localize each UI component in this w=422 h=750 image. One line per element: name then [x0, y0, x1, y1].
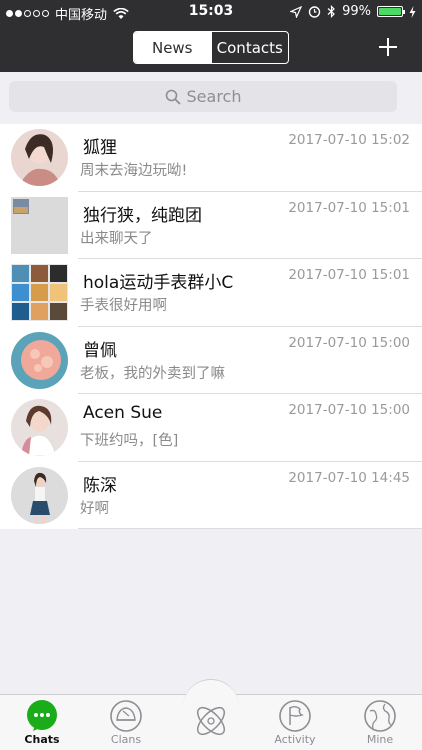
status-bar: 中国移动 15:03 99%	[0, 0, 422, 24]
chat-bubble-icon	[27, 700, 57, 731]
chat-time: 2017-07-10 15:01	[288, 199, 410, 216]
bottom-tab-bar: Chats Clans Activity Mine	[0, 679, 422, 750]
tab-chats[interactable]: Chats	[0, 695, 84, 750]
chat-row[interactable]: 曾佩 老板，我的外卖到了嘛 2017-07-10 15:00	[0, 327, 422, 394]
tab-news[interactable]: News	[134, 32, 211, 63]
chat-name: hola运动手表群小C	[83, 273, 234, 293]
chat-row[interactable]: 狐狸 周末去海边玩呦! 2017-07-10 15:02	[0, 124, 422, 192]
chat-row[interactable]: Acen Sue 下班约吗，[色] 2017-07-10 15:00	[0, 394, 422, 462]
tab-contacts[interactable]: Contacts	[210, 32, 289, 63]
tab-label: Activity	[274, 733, 316, 746]
status-right: 99%	[290, 4, 416, 19]
tab-center[interactable]	[169, 695, 253, 750]
search-icon	[165, 89, 181, 105]
chat-message: 出来聊天了	[80, 230, 153, 247]
bluetooth-icon	[327, 5, 335, 18]
avatar	[11, 466, 68, 524]
chat-name: 独行狭，纯跑团	[83, 205, 202, 226]
location-arrow-icon	[290, 5, 303, 18]
battery-percent: 99%	[342, 4, 371, 19]
avatar	[11, 196, 68, 254]
clans-icon	[110, 700, 142, 732]
chat-row[interactable]: 陈深 好啊 2017-07-10 14:45	[0, 462, 422, 529]
avatar	[11, 331, 68, 389]
chat-row[interactable]: hola运动手表群小C 手表很好用啊 2017-07-10 15:01	[0, 259, 422, 327]
news-contacts-toggle: News Contacts	[133, 31, 289, 64]
top-bar: 中国移动 15:03 99% News Contacts	[0, 0, 422, 72]
tab-label: Mine	[366, 733, 394, 746]
search-placeholder: Search	[186, 87, 242, 106]
search-area: Search	[0, 72, 422, 124]
chat-name: 狐狸	[83, 138, 117, 158]
tab-label: Chats	[24, 733, 60, 746]
chat-message: 好啊	[80, 500, 109, 517]
chat-message: 手表很好用啊	[80, 298, 167, 314]
chat-name: Acen Sue	[83, 403, 163, 423]
alarm-icon	[308, 6, 321, 18]
globe-icon	[364, 700, 396, 732]
tab-mine[interactable]: Mine	[338, 695, 422, 750]
chat-time: 2017-07-10 15:00	[288, 334, 410, 351]
flag-icon	[279, 700, 311, 732]
avatar	[11, 264, 68, 321]
avatar	[11, 129, 68, 186]
chat-time: 2017-07-10 15:02	[288, 132, 410, 148]
tab-label: Clans	[110, 733, 142, 746]
chat-name: 陈深	[83, 475, 117, 496]
divider	[78, 528, 422, 529]
chat-time: 2017-07-10 15:00	[288, 402, 410, 418]
chat-list: 狐狸 周末去海边玩呦! 2017-07-10 15:02 独行狭，纯跑团 出来聊…	[0, 124, 422, 529]
tab-activity[interactable]: Activity	[253, 695, 337, 750]
chat-time: 2017-07-10 15:01	[288, 267, 410, 283]
charging-icon	[409, 5, 416, 18]
chat-message: 老板，我的外卖到了嘛	[80, 365, 225, 382]
center-logo-icon	[196, 706, 226, 736]
tab-clans[interactable]: Clans	[84, 695, 168, 750]
chat-time: 2017-07-10 14:45	[288, 469, 410, 486]
chat-name: 曾佩	[83, 340, 117, 361]
avatar	[11, 399, 68, 456]
chat-message: 周末去海边玩呦!	[80, 163, 188, 179]
battery-icon	[377, 6, 405, 17]
search-input[interactable]: Search	[9, 81, 397, 112]
chat-row[interactable]: 独行狭，纯跑团 出来聊天了 2017-07-10 15:01	[0, 192, 422, 259]
plus-icon[interactable]	[378, 37, 398, 57]
chat-message: 下班约吗，[色]	[80, 433, 179, 449]
